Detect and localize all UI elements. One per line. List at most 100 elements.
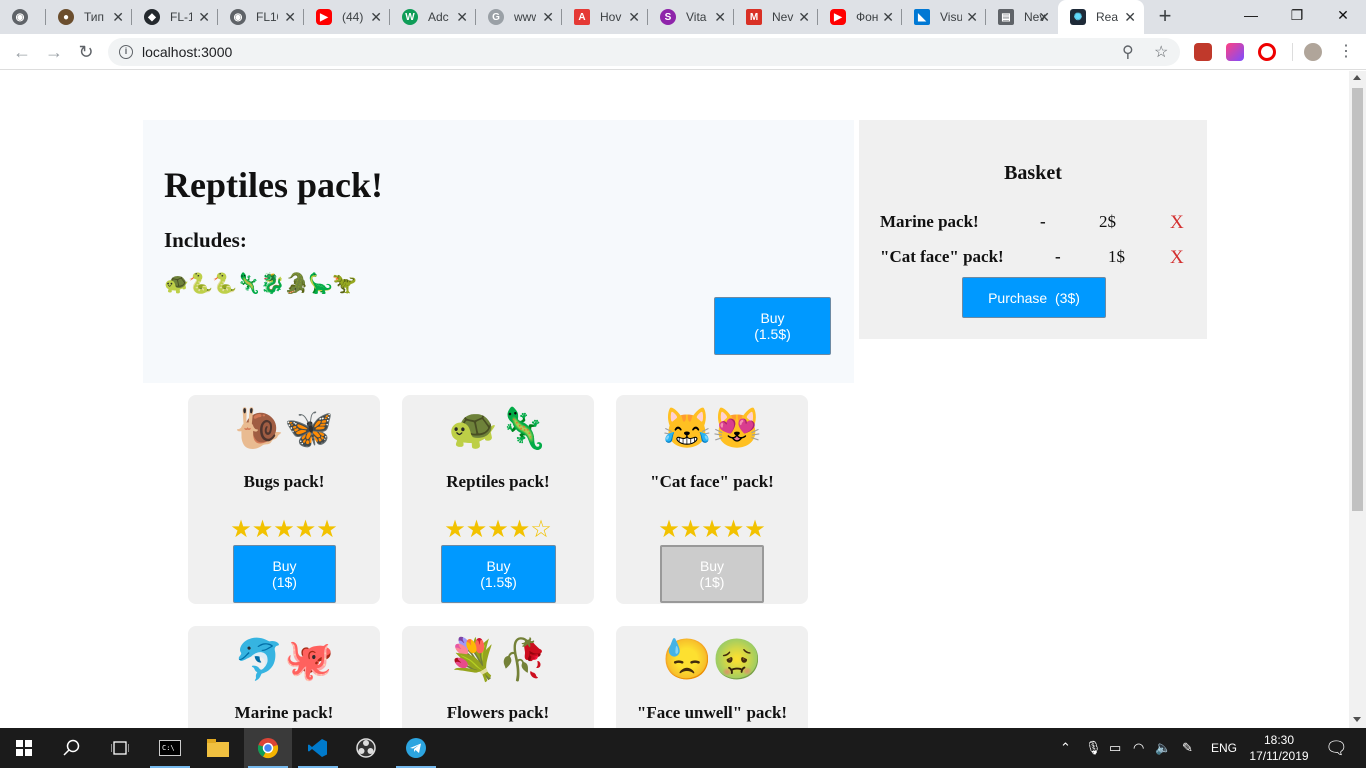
browser-tab[interactable]: W Adc ✕ [390, 0, 476, 34]
tab-close-icon[interactable]: ✕ [370, 10, 382, 24]
pack-card[interactable]: 🐬🐙 Marine pack! [188, 626, 380, 728]
terminal-icon[interactable]: C:\ [146, 728, 194, 768]
pack-card[interactable]: 🐢🦎 Reptiles pack! ★★★★☆ Buy (1.5$) [402, 395, 594, 604]
face-unwell-pack-icon: 😓🤢 [662, 638, 762, 682]
svg-text:C:\: C:\ [162, 744, 175, 752]
tab-close-icon[interactable]: ✕ [112, 10, 124, 24]
microphone-icon[interactable]: 🎙 [1085, 728, 1102, 768]
pack-detail-panel: Reptiles pack! Includes: 🐢 🐍 🐍 🦎 🐉 🐊 🦕 🦖… [143, 120, 854, 383]
browser-tab[interactable]: ◣ Visu ✕ [902, 0, 986, 34]
tab-label: FL10 [256, 10, 278, 24]
includes-label: Includes: [164, 228, 247, 252]
browser-tab[interactable]: ◉ FL10 ✕ [218, 0, 304, 34]
marine-pack-icon: 🐬🐙 [234, 638, 334, 682]
new-tab-button[interactable]: + [1154, 5, 1176, 27]
basket-panel: Basket Marine pack! - 2$ X "Cat face" pa… [859, 120, 1207, 339]
tab-close-icon[interactable]: ✕ [966, 10, 978, 24]
tab-close-icon[interactable]: ✕ [882, 10, 894, 24]
forward-arrow-icon[interactable]: → [42, 40, 66, 64]
tab-close-icon[interactable]: ✕ [1124, 10, 1136, 24]
tab-close-icon[interactable]: ✕ [798, 10, 810, 24]
telegram-icon[interactable] [392, 728, 440, 768]
pack-card-title: Reptiles pack! [446, 472, 550, 491]
bookmark-star-icon[interactable]: ☆ [1154, 42, 1168, 62]
basket-item-name: Marine pack! [880, 212, 979, 231]
maximize-button[interactable]: ❐ [1274, 0, 1320, 30]
browser-tab[interactable]: ▤ Nev ✕ [986, 0, 1058, 34]
file-explorer-icon[interactable] [194, 728, 242, 768]
pack-card[interactable]: 😹😻 "Cat face" pack! ★★★★★ Buy (1$) [616, 395, 808, 604]
gmail-icon: M [746, 9, 762, 25]
browser-tab[interactable]: ◆ FL-1 ✕ [132, 0, 218, 34]
browser-tab[interactable]: A Hov ✕ [562, 0, 648, 34]
youtube-icon: ▶ [316, 9, 332, 25]
extension-icon[interactable] [1226, 43, 1244, 61]
reload-icon[interactable]: ↻ [74, 40, 98, 64]
profile-avatar[interactable] [1304, 43, 1322, 61]
pack-card-title: "Cat face" pack! [650, 472, 774, 491]
tab-close-icon[interactable]: ✕ [456, 10, 468, 24]
search-icon[interactable] [48, 728, 96, 768]
menu-kebab-icon[interactable]: ⋮ [1334, 40, 1358, 64]
rating-stars: ★★★★★ [658, 516, 766, 543]
browser-tab-active[interactable]: ✺ Rea ✕ [1058, 0, 1144, 34]
buy-label: Buy [486, 558, 511, 574]
scroll-down-arrow-icon[interactable] [1353, 717, 1361, 722]
pen-icon[interactable]: ✎ [1182, 728, 1193, 768]
volume-icon[interactable]: 🔈 [1155, 728, 1171, 768]
language-indicator[interactable]: ENG [1211, 728, 1237, 768]
url-text[interactable]: localhost:3000 [142, 44, 232, 60]
purchase-button[interactable]: Purchase (3$) [962, 277, 1106, 318]
address-bar[interactable]: i localhost:3000 ⚲ ☆ [108, 38, 1180, 66]
remove-item-button[interactable]: X [1170, 247, 1184, 269]
minimize-button[interactable]: — [1228, 0, 1274, 30]
tray-chevron-up-icon[interactable]: ⌃ [1060, 728, 1071, 768]
buy-button[interactable]: Buy (1.5$) [441, 545, 556, 603]
vscode-icon: ◣ [914, 9, 930, 25]
windows-start-icon[interactable] [0, 728, 48, 768]
system-clock[interactable]: 18:30 17/11/2019 [1244, 732, 1314, 764]
included-emoji-list: 🐢 🐍 🐍 🦎 🐉 🐊 🦕 🦖 [164, 273, 357, 295]
back-arrow-icon[interactable]: ← [10, 40, 34, 64]
battery-icon[interactable]: ▭ [1109, 728, 1121, 768]
tab-close-icon[interactable]: ✕ [542, 10, 554, 24]
zoom-icon[interactable]: ⚲ [1122, 42, 1134, 62]
chrome-icon[interactable] [244, 728, 292, 768]
tab-close-icon[interactable]: ✕ [714, 10, 726, 24]
buy-button-disabled[interactable]: Buy (1$) [660, 545, 764, 603]
obs-icon[interactable] [342, 728, 390, 768]
tab-close-icon[interactable]: ✕ [284, 10, 296, 24]
browser-tab[interactable]: ▶ Фон ✕ [818, 0, 902, 34]
browser-tab[interactable]: M Nev ✕ [734, 0, 818, 34]
detail-buy-button[interactable]: Buy (1.5$) [714, 297, 831, 355]
notifications-icon[interactable]: 🗨 [1325, 728, 1348, 768]
info-icon[interactable]: i [119, 45, 133, 59]
extension-icon[interactable] [1194, 43, 1212, 61]
basket-item-price: 2$ [1099, 212, 1116, 231]
opera-extension-icon[interactable] [1258, 43, 1276, 61]
pack-card[interactable]: 😓🤢 "Face unwell" pack! [616, 626, 808, 728]
task-view-icon[interactable] [96, 728, 144, 768]
browser-tab[interactable]: ◉ [0, 0, 46, 34]
buy-price: (1.5$) [754, 326, 791, 342]
buy-button[interactable]: Buy (1$) [233, 545, 336, 603]
vscode-icon[interactable] [294, 728, 342, 768]
wifi-icon[interactable]: ◠ [1133, 728, 1144, 768]
scrollbar-thumb[interactable] [1352, 88, 1363, 511]
page-scrollbar[interactable] [1349, 71, 1366, 728]
scroll-up-arrow-icon[interactable] [1353, 75, 1361, 80]
browser-tab[interactable]: ● Тип ✕ [46, 0, 132, 34]
adobe-icon: A [574, 9, 590, 25]
site-favicon-icon: ● [58, 9, 74, 25]
tab-close-icon[interactable]: ✕ [628, 10, 640, 24]
close-window-button[interactable]: ✕ [1320, 0, 1366, 30]
browser-tab[interactable]: S Vita ✕ [648, 0, 734, 34]
document-icon: ▤ [998, 9, 1014, 25]
tab-close-icon[interactable]: ✕ [198, 10, 210, 24]
remove-item-button[interactable]: X [1170, 212, 1184, 234]
pack-card[interactable]: 🐌🦋 Bugs pack! ★★★★★ Buy (1$) [188, 395, 380, 604]
tab-close-icon[interactable]: ✕ [1038, 10, 1050, 24]
browser-tab[interactable]: ▶ (44) ✕ [304, 0, 390, 34]
pack-card[interactable]: 💐🥀 Flowers pack! [402, 626, 594, 728]
browser-tab[interactable]: G www ✕ [476, 0, 562, 34]
